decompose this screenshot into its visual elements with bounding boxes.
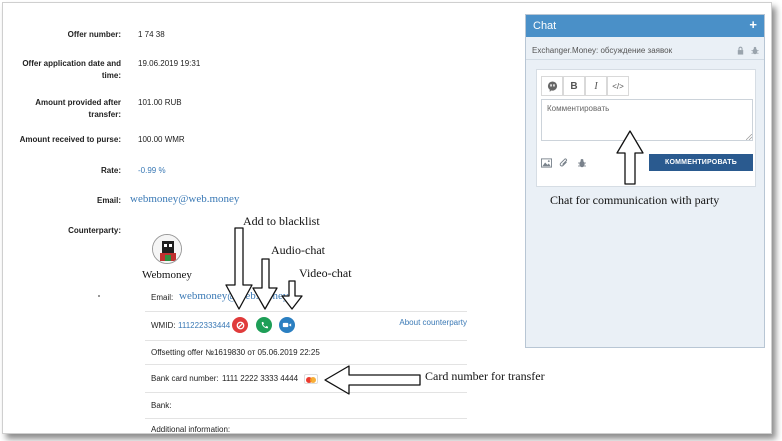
arrow-to-blacklist (225, 227, 253, 310)
screenshot-frame: Offer number: 1 74 38 Offer application … (2, 2, 772, 434)
annotation-arrows (225, 130, 644, 395)
arrow-to-chat-input (616, 130, 644, 185)
arrow-to-video-chat (281, 280, 303, 310)
arrow-to-audio-chat (252, 258, 278, 310)
arrow-to-card-number (324, 365, 421, 395)
